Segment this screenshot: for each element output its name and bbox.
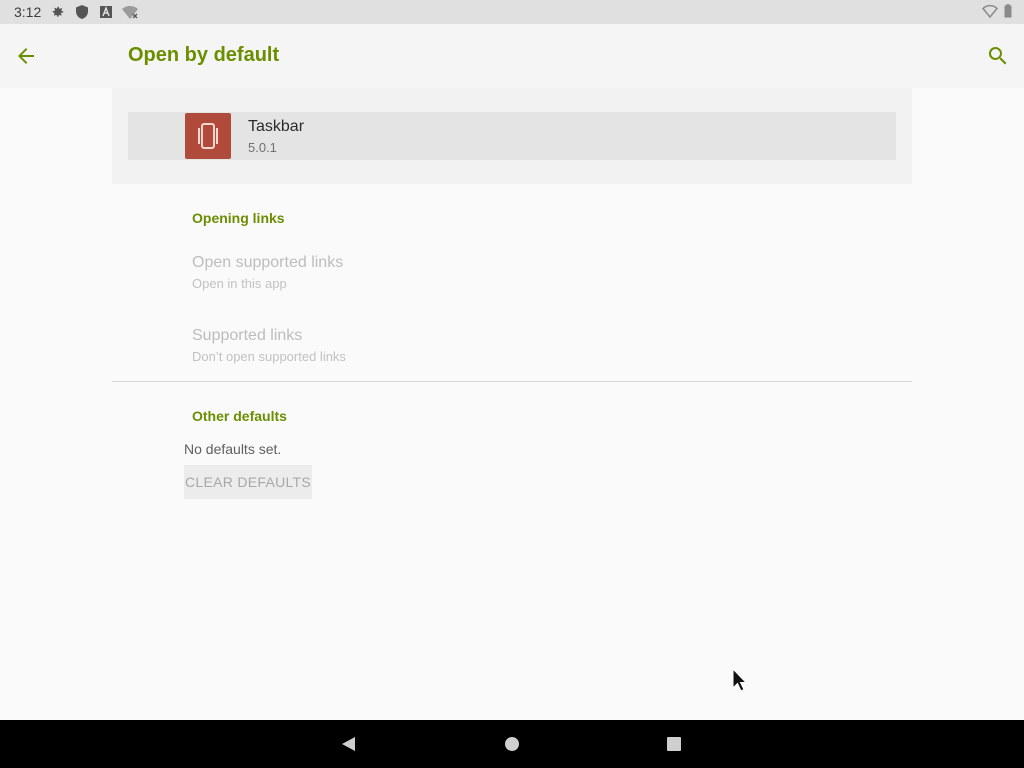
wifi-icon	[981, 4, 999, 23]
app-version: 5.0.1	[248, 140, 277, 155]
section-divider	[112, 381, 912, 382]
pref-title: Open supported links	[192, 254, 344, 271]
status-bar: 3:12	[0, 0, 1024, 24]
pref-subtitle: Don’t open supported links	[192, 349, 346, 364]
pref-title: Supported links	[192, 327, 303, 344]
shield-icon	[74, 4, 90, 20]
search-icon	[988, 47, 1007, 65]
mouse-pointer-icon	[732, 667, 748, 697]
navigation-bar	[0, 720, 1024, 768]
a-badge-icon	[98, 4, 114, 20]
page-title: Open by default	[128, 44, 280, 66]
no-defaults-message: No defaults set.	[184, 441, 282, 457]
clear-defaults-button[interactable]: CLEAR DEFAULTS	[184, 465, 312, 499]
app-name: Taskbar	[248, 118, 305, 135]
app-bar: Open by default	[0, 24, 1024, 88]
opening-links-header: Opening links	[192, 210, 285, 226]
pref-subtitle: Open in this app	[192, 276, 287, 291]
nav-back-icon[interactable]	[340, 736, 356, 757]
app-info-row[interactable]: Taskbar 5.0.1	[128, 112, 896, 160]
status-time: 3:12	[14, 4, 42, 20]
battery-icon	[1004, 4, 1012, 23]
back-button[interactable]	[14, 44, 42, 68]
search-button[interactable]	[986, 44, 1010, 68]
arrow-back-icon	[18, 48, 34, 64]
nav-home-icon[interactable]	[505, 737, 519, 751]
no-wifi-icon	[122, 4, 138, 20]
nav-recents-icon[interactable]	[667, 737, 681, 751]
taskbar-app-icon	[185, 113, 231, 159]
other-defaults-header: Other defaults	[192, 408, 287, 424]
gear-icon	[50, 4, 66, 20]
